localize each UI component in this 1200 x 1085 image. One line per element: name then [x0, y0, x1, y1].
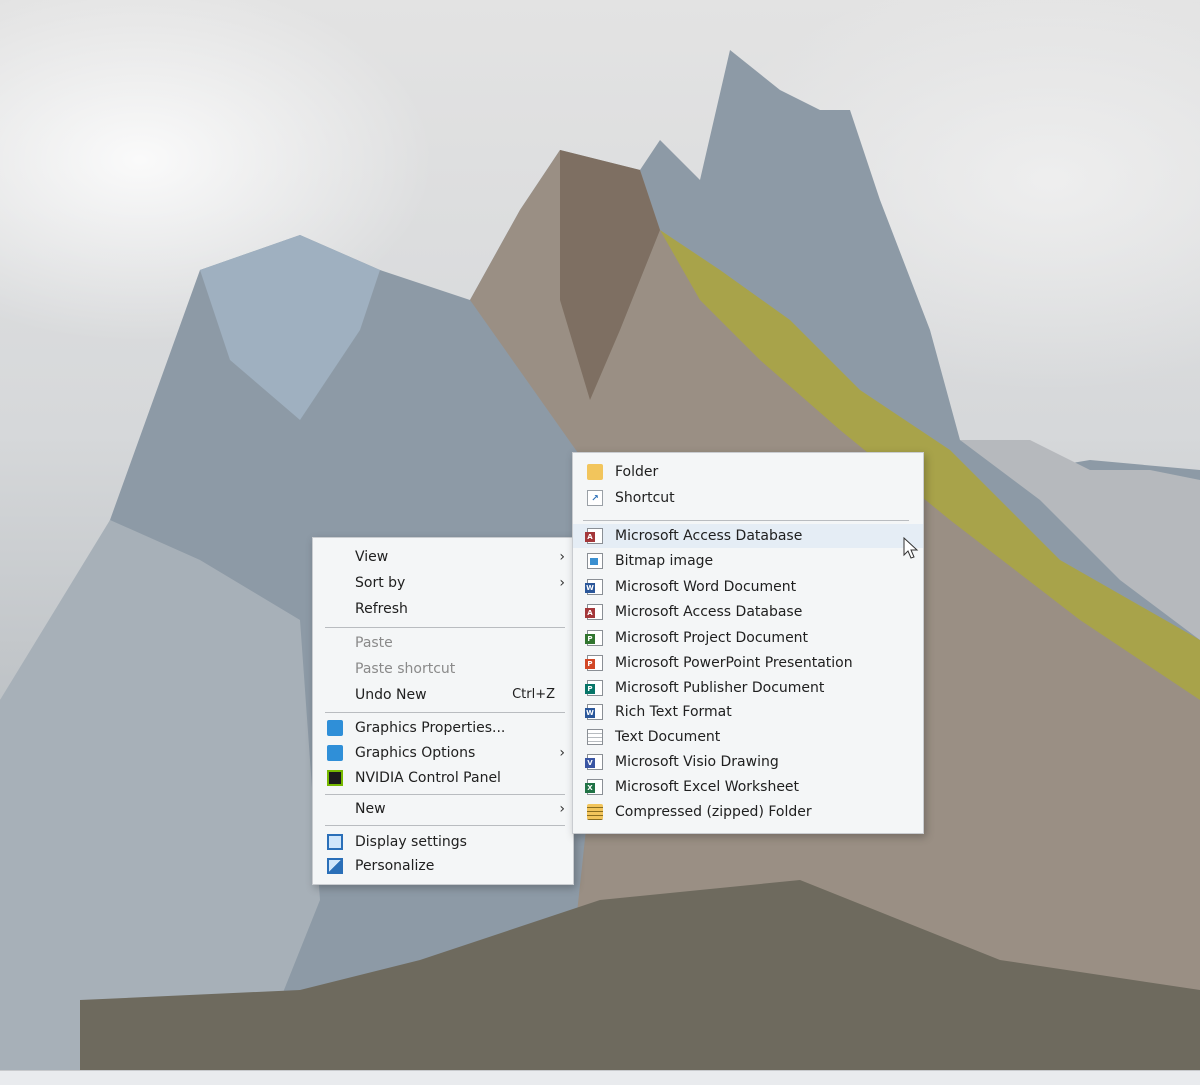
new-powerpoint-item[interactable]: P Microsoft PowerPoint Presentation	[573, 651, 923, 675]
project-icon: P	[585, 630, 603, 646]
menu-item-label: Sort by	[355, 575, 406, 591]
new-bitmap-image-item[interactable]: Bitmap image	[573, 549, 923, 573]
menu-item-label: Microsoft Visio Drawing	[615, 754, 779, 770]
new-zip-folder-item[interactable]: Compressed (zipped) Folder	[573, 800, 923, 824]
menu-item-label: View	[355, 549, 389, 565]
new-visio-drawing-item[interactable]: V Microsoft Visio Drawing	[573, 750, 923, 774]
menu-separator	[325, 627, 565, 628]
menu-item-label: Paste	[355, 635, 393, 651]
chevron-right-icon: ›	[559, 575, 565, 591]
menu-item-display-settings[interactable]: Display settings	[313, 830, 573, 854]
visio-icon: V	[585, 754, 603, 770]
new-publisher-item[interactable]: P Microsoft Publisher Document	[573, 676, 923, 700]
access-icon: A	[585, 604, 603, 620]
menu-separator	[583, 520, 909, 521]
new-shortcut-item[interactable]: ↗ Shortcut	[573, 486, 923, 510]
menu-item-label: Graphics Options	[355, 745, 476, 761]
menu-item-paste[interactable]: Paste	[313, 631, 573, 655]
menu-item-label: Display settings	[355, 834, 467, 850]
menu-item-label: NVIDIA Control Panel	[355, 770, 501, 786]
rich-text-icon: W	[585, 704, 603, 720]
bitmap-icon	[587, 553, 603, 569]
menu-item-graphics-options[interactable]: Graphics Options ›	[313, 741, 573, 765]
menu-item-label: New	[355, 801, 386, 817]
new-rich-text-item[interactable]: W Rich Text Format	[573, 700, 923, 724]
word-icon: W	[585, 579, 603, 595]
intel-graphics-icon	[327, 745, 343, 761]
menu-separator	[325, 794, 565, 795]
menu-item-nvidia-control-panel[interactable]: NVIDIA Control Panel	[313, 766, 573, 790]
new-folder-item[interactable]: Folder	[573, 460, 923, 484]
excel-icon: X	[585, 779, 603, 795]
menu-item-label: Folder	[615, 464, 659, 480]
new-access-database-item[interactable]: A Microsoft Access Database	[573, 524, 923, 548]
intel-graphics-icon	[327, 720, 343, 736]
text-document-icon	[587, 729, 603, 745]
new-project-document-item[interactable]: P Microsoft Project Document	[573, 626, 923, 650]
menu-item-personalize[interactable]: Personalize	[313, 854, 573, 878]
zip-folder-icon	[587, 804, 603, 820]
menu-item-label: Microsoft Project Document	[615, 630, 809, 646]
menu-item-graphics-properties[interactable]: Graphics Properties...	[313, 716, 573, 740]
menu-item-undo-new[interactable]: Undo New Ctrl+Z	[313, 683, 573, 707]
menu-item-label: Undo New	[355, 687, 427, 703]
publisher-icon: P	[585, 680, 603, 696]
menu-item-label: Microsoft Access Database	[615, 528, 803, 544]
shortcut-icon: ↗	[587, 490, 603, 506]
new-excel-worksheet-item[interactable]: X Microsoft Excel Worksheet	[573, 775, 923, 799]
chevron-right-icon: ›	[559, 801, 565, 817]
menu-item-label: Microsoft Access Database	[615, 604, 803, 620]
display-icon	[327, 834, 343, 850]
desktop-context-menu: View › Sort by › Refresh Paste Paste sho…	[312, 537, 574, 885]
personalize-icon	[327, 858, 343, 874]
powerpoint-icon: P	[585, 655, 603, 671]
menu-item-label: Microsoft PowerPoint Presentation	[615, 655, 853, 671]
menu-item-label: Compressed (zipped) Folder	[615, 804, 812, 820]
menu-item-paste-shortcut[interactable]: Paste shortcut	[313, 657, 573, 681]
menu-item-label: Bitmap image	[615, 553, 714, 569]
menu-item-label: Shortcut	[615, 490, 675, 506]
menu-item-label: Graphics Properties...	[355, 720, 506, 736]
menu-separator	[325, 825, 565, 826]
menu-item-label: Rich Text Format	[615, 704, 732, 720]
taskbar	[0, 1070, 1200, 1085]
new-access-database-item-2[interactable]: A Microsoft Access Database	[573, 600, 923, 624]
chevron-right-icon: ›	[559, 549, 565, 565]
menu-item-new[interactable]: New ›	[313, 797, 573, 821]
new-text-document-item[interactable]: Text Document	[573, 725, 923, 749]
new-submenu: Folder ↗ Shortcut A Microsoft Access Dat…	[572, 452, 924, 834]
menu-separator	[325, 712, 565, 713]
mouse-cursor-icon	[903, 537, 919, 559]
menu-item-label: Personalize	[355, 858, 435, 874]
access-icon: A	[585, 528, 603, 544]
menu-item-refresh[interactable]: Refresh	[313, 597, 573, 621]
folder-icon	[587, 464, 603, 480]
chevron-right-icon: ›	[559, 745, 565, 761]
menu-item-view[interactable]: View ›	[313, 545, 573, 569]
menu-item-label: Microsoft Word Document	[615, 579, 797, 595]
menu-item-label: Paste shortcut	[355, 661, 456, 677]
menu-item-sort-by[interactable]: Sort by ›	[313, 571, 573, 595]
menu-item-shortcut: Ctrl+Z	[512, 687, 555, 702]
menu-item-label: Text Document	[615, 729, 721, 745]
nvidia-icon	[327, 770, 343, 786]
menu-item-label: Refresh	[355, 601, 408, 617]
menu-item-label: Microsoft Excel Worksheet	[615, 779, 800, 795]
new-word-document-item[interactable]: W Microsoft Word Document	[573, 575, 923, 599]
menu-item-label: Microsoft Publisher Document	[615, 680, 825, 696]
